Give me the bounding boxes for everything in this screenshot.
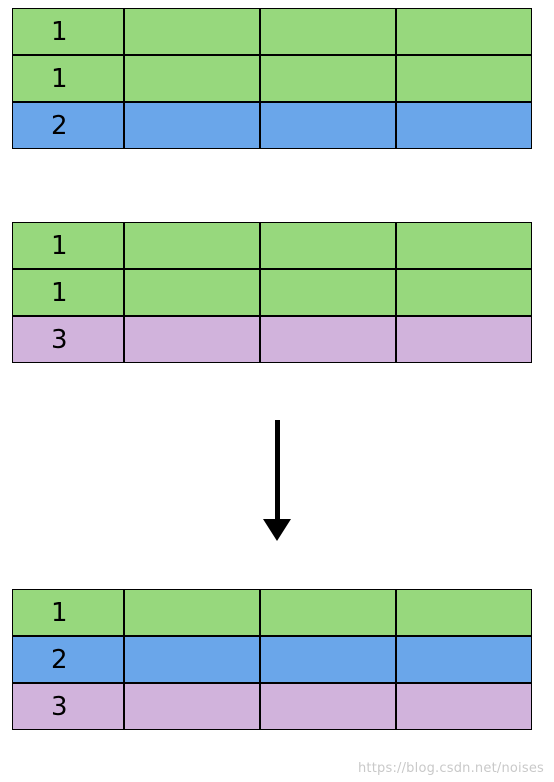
empty-cell xyxy=(260,316,396,363)
row-id-cell: 2 xyxy=(12,636,124,683)
empty-cell xyxy=(260,222,396,269)
arrow-shaft xyxy=(275,420,280,520)
empty-cell xyxy=(260,8,396,55)
table-row: 1 xyxy=(12,55,532,102)
watermark-text: https://blog.csdn.net/noises xyxy=(358,761,544,776)
empty-cell xyxy=(124,222,260,269)
empty-cell xyxy=(124,269,260,316)
table-row: 1 xyxy=(12,222,532,269)
table-row: 1 xyxy=(12,269,532,316)
empty-cell xyxy=(124,55,260,102)
empty-cell xyxy=(396,55,532,102)
empty-cell xyxy=(396,589,532,636)
row-id-cell: 2 xyxy=(12,102,124,149)
table-row: 3 xyxy=(12,316,532,363)
row-id-cell: 1 xyxy=(12,55,124,102)
empty-cell xyxy=(260,589,396,636)
row-id-cell: 1 xyxy=(12,269,124,316)
empty-cell xyxy=(396,636,532,683)
arrow-head-icon xyxy=(263,519,291,541)
empty-cell xyxy=(124,589,260,636)
table-row: 3 xyxy=(12,683,532,730)
empty-cell xyxy=(396,102,532,149)
table-row: 2 xyxy=(12,102,532,149)
empty-cell xyxy=(396,316,532,363)
empty-cell xyxy=(124,8,260,55)
empty-cell xyxy=(396,683,532,730)
empty-cell xyxy=(124,102,260,149)
empty-cell xyxy=(124,683,260,730)
table-row: 1 xyxy=(12,8,532,55)
row-id-cell: 3 xyxy=(12,316,124,363)
table-row: 1 xyxy=(12,589,532,636)
empty-cell xyxy=(124,316,260,363)
empty-cell xyxy=(396,8,532,55)
diagram-canvas: 1 1 2 1 1 xyxy=(0,0,554,782)
down-arrow-icon xyxy=(258,420,296,541)
table-row: 2 xyxy=(12,636,532,683)
empty-cell xyxy=(260,636,396,683)
table-2: 1 1 3 xyxy=(12,222,532,363)
empty-cell xyxy=(260,102,396,149)
row-id-cell: 3 xyxy=(12,683,124,730)
empty-cell xyxy=(260,269,396,316)
row-id-cell: 1 xyxy=(12,8,124,55)
table-3: 1 2 3 xyxy=(12,589,532,730)
table-1: 1 1 2 xyxy=(12,8,532,149)
empty-cell xyxy=(260,55,396,102)
row-id-cell: 1 xyxy=(12,589,124,636)
row-id-cell: 1 xyxy=(12,222,124,269)
empty-cell xyxy=(124,636,260,683)
empty-cell xyxy=(260,683,396,730)
empty-cell xyxy=(396,222,532,269)
empty-cell xyxy=(396,269,532,316)
